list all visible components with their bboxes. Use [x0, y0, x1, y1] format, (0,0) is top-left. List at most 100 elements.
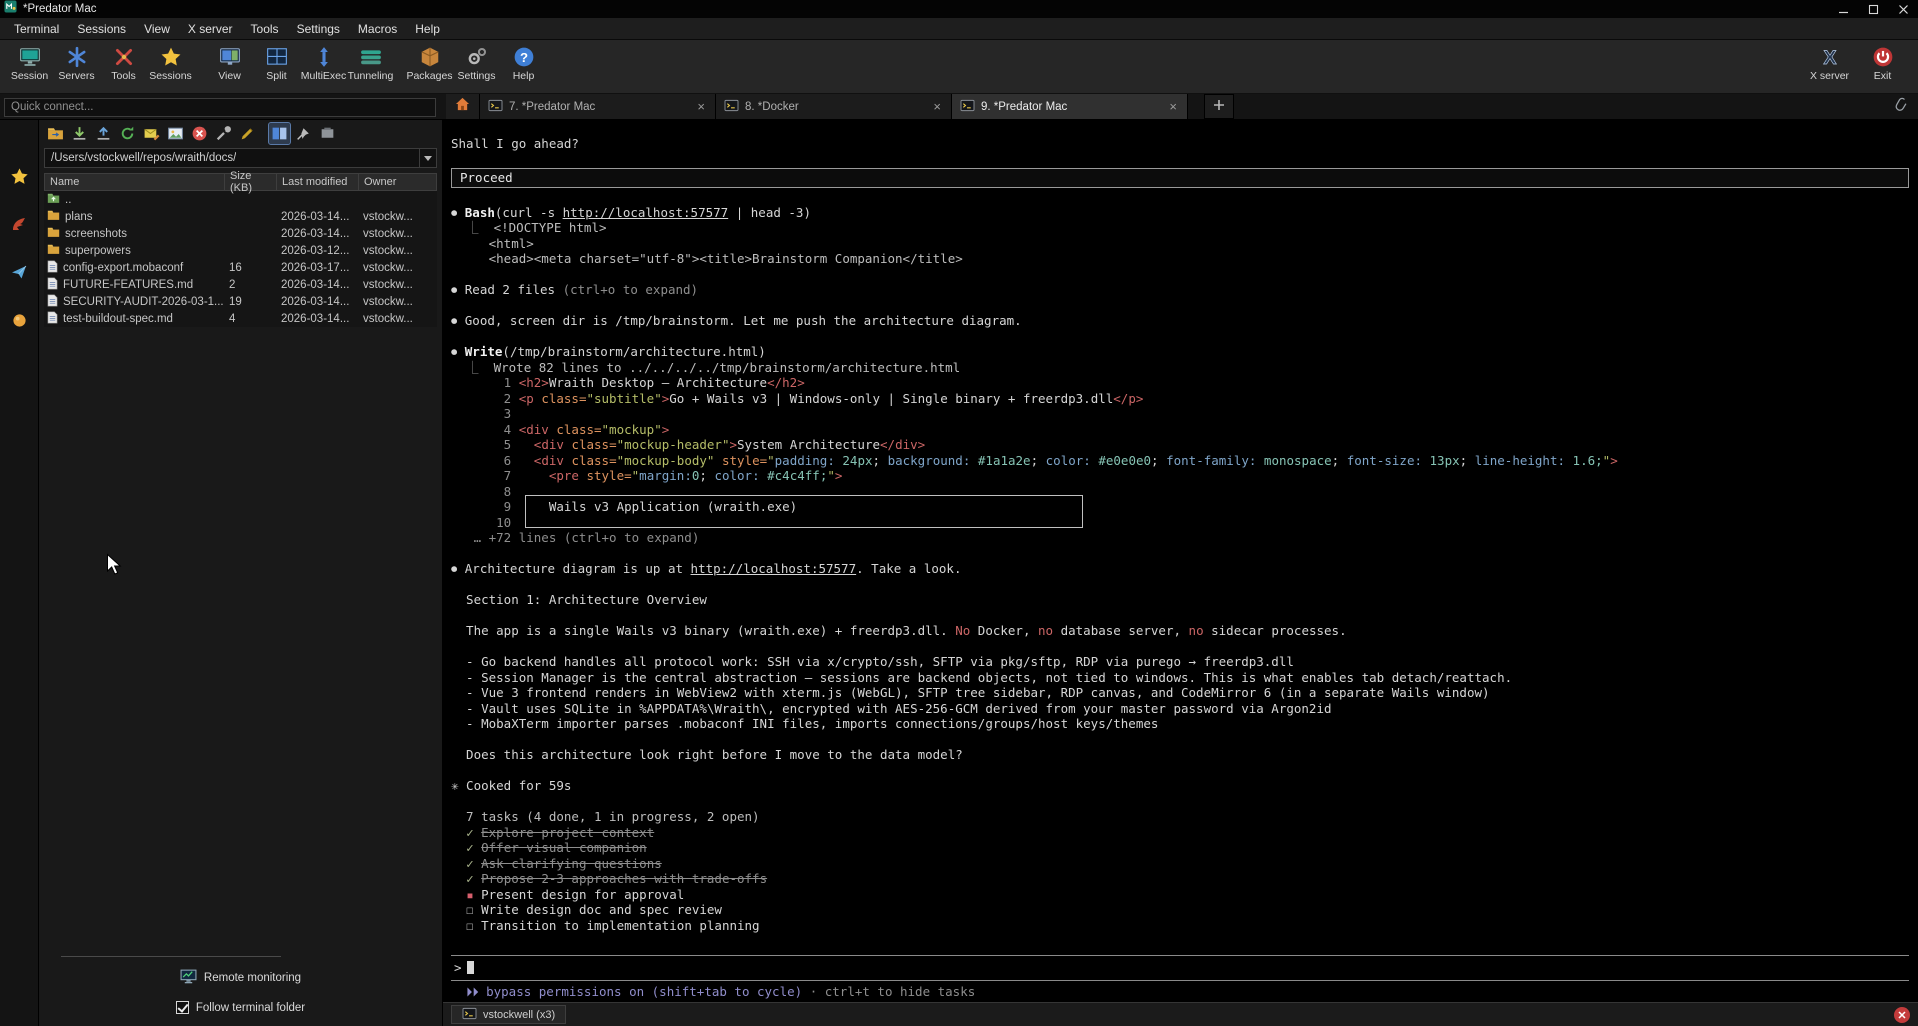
menu-item-sessions[interactable]: Sessions	[69, 20, 134, 38]
quick-connect-wrap	[0, 94, 440, 119]
menu-item-view[interactable]: View	[136, 20, 178, 38]
column-header-owner[interactable]: Owner	[359, 174, 435, 190]
terminal-link[interactable]: http://localhost:57577	[563, 205, 729, 220]
terminal-line: ⏵⏵ bypass permissions on (shift+tab to c…	[451, 984, 1912, 1000]
remote-monitoring[interactable]: Remote monitoring	[39, 969, 442, 987]
file-name-cell: screenshots	[44, 226, 224, 241]
file-row-test-buildout-spec-md[interactable]: test-buildout-spec.md42026-03-14...vstoc…	[44, 310, 437, 327]
menu-item-x-server[interactable]: X server	[180, 20, 241, 38]
image-icon[interactable]	[165, 123, 186, 144]
file-row-superpowers[interactable]: superpowers2026-03-12...vstockw...	[44, 242, 437, 259]
menu-item-settings[interactable]: Settings	[289, 20, 348, 38]
column-header-last-modified[interactable]: Last modified	[277, 174, 359, 190]
terminal-link[interactable]: http://localhost:57577	[691, 561, 857, 576]
bookmark-star-icon[interactable]	[9, 166, 29, 186]
tab-close-icon[interactable]: ×	[695, 100, 707, 113]
file-icon	[47, 294, 58, 310]
toolbar-button-exit[interactable]: Exit	[1859, 43, 1906, 82]
file-name-cell: superpowers	[44, 243, 224, 258]
toolbar-button-servers[interactable]: Servers	[53, 43, 100, 82]
file-row-security-audit-2026-03-1[interactable]: SECURITY-AUDIT-2026-03-1...192026-03-14.…	[44, 293, 437, 310]
close-button[interactable]	[1888, 0, 1918, 18]
new-file-icon[interactable]	[141, 123, 162, 144]
toolbar-button-split[interactable]: Split	[253, 43, 300, 82]
folder-transfer-icon[interactable]	[45, 123, 66, 144]
file-modified: 2026-03-14...	[276, 279, 358, 291]
toolbar-button-multiexec[interactable]: MultiExec	[300, 43, 347, 82]
menu-item-terminal[interactable]: Terminal	[6, 20, 67, 38]
snapshot-icon[interactable]	[317, 123, 338, 144]
column-header-size-kb[interactable]: Size (KB)	[225, 174, 277, 190]
tab-close-icon[interactable]: ×	[1167, 100, 1179, 113]
close-session-button[interactable]	[1894, 1007, 1910, 1023]
toolbar-button-session[interactable]: Session	[6, 43, 53, 82]
file-name: test-buildout-spec.md	[63, 313, 173, 325]
file-name: plans	[65, 211, 93, 223]
terminal-output[interactable]: Shall I go ahead? Proceed ⏺ Bash(curl -s…	[443, 120, 1918, 1002]
terminal-line: 2 <p class="subtitle">Go + Wails v3 | Wi…	[451, 391, 1912, 407]
tab-close-icon[interactable]: ×	[931, 100, 943, 113]
delete-icon[interactable]	[189, 123, 210, 144]
menu-item-macros[interactable]: Macros	[350, 20, 405, 38]
terminal-line: ⏺ Good, screen dir is /tmp/brainstorm. L…	[451, 313, 1912, 329]
send-icon[interactable]	[9, 262, 29, 282]
split-view-icon[interactable]	[269, 123, 290, 144]
terminal-line: ☐ Write design doc and spec review	[451, 902, 1912, 918]
path-bar[interactable]: /Users/vstockwell/repos/wraith/docs/	[44, 148, 437, 168]
toolbar-button-help[interactable]: ?Help	[500, 43, 547, 82]
file-row-config-export-mobaconf[interactable]: config-export.mobaconf162026-03-17...vst…	[44, 259, 437, 276]
file-icon	[47, 311, 58, 327]
file-name: FUTURE-FEATURES.md	[63, 279, 193, 291]
checkbox-checked-icon[interactable]	[176, 1001, 189, 1014]
terminal-input-box[interactable]: >	[451, 955, 1909, 981]
folder-icon	[47, 226, 60, 241]
home-tab[interactable]	[446, 94, 480, 119]
refresh-icon[interactable]	[117, 123, 138, 144]
menu-item-tools[interactable]: Tools	[243, 20, 287, 38]
tab-7-predator-mac[interactable]: 7. *Predator Mac ×	[480, 94, 716, 119]
terminal-tab-icon	[724, 99, 739, 115]
paperclip-icon[interactable]	[1894, 96, 1908, 117]
file-owner: vstockw...	[358, 313, 434, 325]
toolbar-button-x-server[interactable]: XX server	[1806, 43, 1853, 82]
upload-icon[interactable]	[93, 123, 114, 144]
maximize-button[interactable]	[1858, 0, 1888, 18]
file-owner: vstockw...	[358, 279, 434, 291]
terminal-line	[451, 608, 1912, 624]
edit-icon[interactable]	[237, 123, 258, 144]
tab-label: 7. *Predator Mac	[509, 101, 595, 113]
column-header-name[interactable]: Name	[45, 174, 225, 190]
file-row-screenshots[interactable]: screenshots2026-03-14...vstockw...	[44, 225, 437, 242]
folder-icon	[47, 243, 60, 258]
tab-9-predator-mac[interactable]: 9. *Predator Mac×	[952, 94, 1188, 119]
toolbar-button-packages[interactable]: Packages	[406, 43, 453, 82]
toolbar-button-tools[interactable]: Tools	[100, 43, 147, 82]
toolbar-button-tunneling[interactable]: Tunneling	[347, 43, 394, 82]
toolbar-button-label: Tunneling	[348, 70, 394, 82]
menu-bar: TerminalSessionsViewX serverToolsSetting…	[0, 18, 1918, 40]
quick-connect-input[interactable]	[4, 98, 436, 117]
file-owner: vstockw...	[358, 262, 434, 274]
terminal-line: 4 <div class="mockup">	[451, 422, 1912, 438]
file-name-cell: test-buildout-spec.md	[44, 311, 224, 327]
wrench-icon[interactable]	[213, 123, 234, 144]
follow-terminal-folder[interactable]: Follow terminal folder	[39, 1001, 442, 1014]
chevron-down-icon[interactable]	[419, 149, 436, 167]
download-icon[interactable]	[69, 123, 90, 144]
new-tab-button[interactable]	[1204, 94, 1234, 119]
macro-tool-icon[interactable]	[9, 214, 29, 234]
main-toolbar: SessionServersToolsSessions ViewSplitMult…	[0, 40, 1918, 94]
toolbar-button-view[interactable]: View	[206, 43, 253, 82]
toolbar-button-settings[interactable]: Settings	[453, 43, 500, 82]
status-ball-icon[interactable]	[9, 310, 29, 330]
tab-8-docker[interactable]: 8. *Docker×	[716, 94, 952, 119]
home-icon	[455, 97, 470, 116]
minimize-button[interactable]	[1828, 0, 1858, 18]
menu-item-help[interactable]: Help	[407, 20, 448, 38]
file-row-future-features-md[interactable]: FUTURE-FEATURES.md22026-03-14...vstockw.…	[44, 276, 437, 293]
toolbar-button-sessions[interactable]: Sessions	[147, 43, 194, 82]
pin-icon[interactable]	[293, 123, 314, 144]
terminal-line: 6 <div class="mockup-body" style="paddin…	[451, 453, 1912, 469]
file-row-plans[interactable]: plans2026-03-14...vstockw...	[44, 208, 437, 225]
bottom-session-tab[interactable]: vstockwell (x3)	[451, 1005, 566, 1024]
